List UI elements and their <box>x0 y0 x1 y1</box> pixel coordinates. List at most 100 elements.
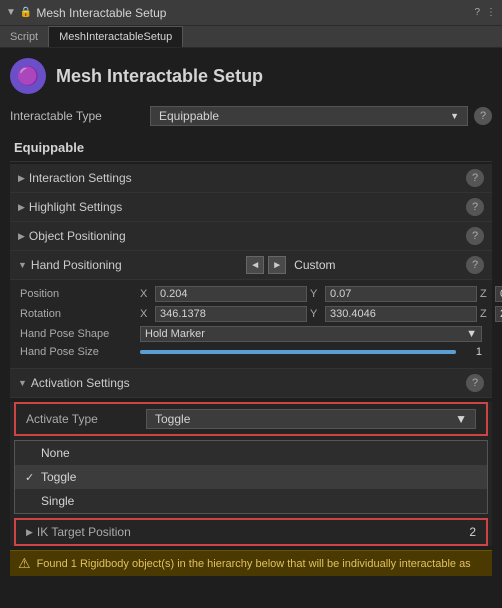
highlight-settings-label: ▶ Highlight Settings <box>18 200 122 214</box>
dropdown-arrow-icon: ▼ <box>450 111 459 121</box>
position-fields: X Y Z <box>140 286 502 302</box>
position-x-input[interactable] <box>155 286 307 302</box>
interactable-type-value: Equippable ▼ <box>150 106 468 126</box>
rotation-y-axis: Y <box>310 308 322 320</box>
interactable-type-help[interactable]: ? <box>474 107 492 125</box>
header-row: 🟣 Mesh Interactable Setup <box>10 58 492 94</box>
highlight-settings-text: Highlight Settings <box>29 200 122 214</box>
hand-pose-shape-fields: Hold Marker ▼ <box>140 326 482 342</box>
activate-section: Activate Type Toggle ▼ None ✓ Toggle Sin… <box>10 402 492 546</box>
hand-positioning-help[interactable]: ? <box>466 256 484 274</box>
hand-pos-prev-btn[interactable]: ◄ <box>246 256 264 274</box>
rotation-x-axis: X <box>140 308 152 320</box>
position-row: Position X Y Z <box>20 286 482 302</box>
ik-target-position-label: ▶ IK Target Position <box>26 525 166 539</box>
dropdown-option-toggle[interactable]: ✓ Toggle <box>15 465 487 489</box>
activation-settings-left: ▼ Activation Settings <box>18 376 130 390</box>
help-icon[interactable]: ? <box>474 7 480 18</box>
hand-pose-shape-value: Hold Marker <box>145 328 205 340</box>
activate-type-label: Activate Type <box>26 412 146 426</box>
title-bar-left: ▼ 🔒 Mesh Interactable Setup <box>6 6 474 20</box>
hand-pose-shape-label: Hand Pose Shape <box>20 328 140 340</box>
object-positioning-label: ▶ Object Positioning <box>18 229 126 243</box>
interaction-settings-label: ▶ Interaction Settings <box>18 171 132 185</box>
hand-pose-size-slider-fill <box>140 350 456 354</box>
component-icon: 🟣 <box>10 58 46 94</box>
interaction-settings-help[interactable]: ? <box>466 169 484 187</box>
interactable-type-dropdown[interactable]: Equippable ▼ <box>150 106 468 126</box>
dropdown-option-single[interactable]: Single <box>15 489 487 513</box>
interactable-type-selected: Equippable <box>159 109 219 123</box>
title-bar-right: ? ⋮ <box>474 7 496 18</box>
object-positioning-row[interactable]: ▶ Object Positioning ? <box>10 222 492 251</box>
position-z-input[interactable] <box>495 286 502 302</box>
rotation-x-input[interactable] <box>155 306 307 322</box>
activate-type-popup: None ✓ Toggle Single <box>14 440 488 514</box>
toggle-checkmark: ✓ <box>25 471 34 484</box>
rotation-label: Rotation <box>20 308 140 320</box>
properties-section: Position X Y Z Rotation X Y Z <box>10 280 492 369</box>
hand-pose-size-label: Hand Pose Size <box>20 346 140 358</box>
component-icon-symbol: 🟣 <box>17 66 39 87</box>
ik-label-arrow: ▶ <box>26 527 33 538</box>
activation-settings-header[interactable]: ▼ Activation Settings ? <box>10 369 492 398</box>
ik-target-value: 2 <box>166 525 476 539</box>
highlight-settings-row[interactable]: ▶ Highlight Settings ? <box>10 193 492 222</box>
more-icon[interactable]: ⋮ <box>486 7 496 18</box>
activation-settings-triangle: ▼ <box>18 378 27 388</box>
interactable-type-label: Interactable Type <box>10 109 150 123</box>
position-y-input[interactable] <box>325 286 477 302</box>
interaction-settings-row[interactable]: ▶ Interaction Settings ? <box>10 164 492 193</box>
activate-type-selected: Toggle <box>155 412 190 426</box>
activate-type-dropdown[interactable]: Toggle ▼ <box>146 409 476 429</box>
tab-script[interactable]: Script <box>0 26 48 47</box>
rotation-z-input[interactable] <box>495 306 502 322</box>
hand-pose-size-row: Hand Pose Size 1 <box>20 346 482 358</box>
activation-settings-text: Activation Settings <box>31 376 130 390</box>
hand-pos-mode: Custom <box>294 258 335 272</box>
hand-positioning-left: ▼ Hand Positioning <box>18 258 122 272</box>
lock-icon[interactable]: 🔒 <box>20 7 32 18</box>
position-label: Position <box>20 288 140 300</box>
divider-1 <box>10 161 492 162</box>
activate-type-row: Activate Type Toggle ▼ <box>14 402 488 436</box>
rotation-fields: X Y Z <box>140 306 502 322</box>
hand-positioning-header[interactable]: ▼ Hand Positioning ◄ ► Custom ? <box>10 251 492 280</box>
ik-label-text: IK Target Position <box>37 525 131 539</box>
dropdown-option-none[interactable]: None <box>15 441 487 465</box>
tab-mesh-setup[interactable]: MeshInteractableSetup <box>48 26 183 47</box>
hand-pose-size-slider-track[interactable] <box>140 350 456 354</box>
warning-bar: ⚠ Found 1 Rigidbody object(s) in the hie… <box>10 550 492 576</box>
interaction-settings-text: Interaction Settings <box>29 171 132 185</box>
object-positioning-text: Object Positioning <box>29 229 126 243</box>
activation-settings-help[interactable]: ? <box>466 374 484 392</box>
interaction-settings-triangle: ▶ <box>18 173 25 184</box>
highlight-settings-triangle: ▶ <box>18 202 25 213</box>
ik-target-position-row: ▶ IK Target Position 2 <box>14 518 488 546</box>
rotation-y-input[interactable] <box>325 306 477 322</box>
highlight-settings-help[interactable]: ? <box>466 198 484 216</box>
hand-pose-shape-arrow: ▼ <box>466 328 477 340</box>
equippable-label: Equippable <box>10 134 492 159</box>
object-positioning-help[interactable]: ? <box>466 227 484 245</box>
dropdown-option-none-label: None <box>41 446 70 460</box>
warning-text: Found 1 Rigidbody object(s) in the hiera… <box>37 558 471 570</box>
interactable-type-row: Interactable Type Equippable ▼ ? <box>10 106 492 126</box>
rotation-z-axis: Z <box>480 308 492 320</box>
warning-icon: ⚠ <box>18 555 31 572</box>
main-content: 🟣 Mesh Interactable Setup Interactable T… <box>0 48 502 608</box>
dropdown-option-single-label: Single <box>41 494 74 508</box>
hand-positioning-triangle: ▼ <box>18 260 27 270</box>
rotation-row: Rotation X Y Z <box>20 306 482 322</box>
hand-pose-shape-dropdown[interactable]: Hold Marker ▼ <box>140 326 482 342</box>
dropdown-option-toggle-label: Toggle <box>41 470 76 484</box>
position-z-axis: Z <box>480 288 492 300</box>
collapse-icon[interactable]: ▼ <box>6 7 16 18</box>
position-x-axis: X <box>140 288 152 300</box>
hand-pose-size-value: 1 <box>462 346 482 358</box>
hand-pose-shape-row: Hand Pose Shape Hold Marker ▼ <box>20 326 482 342</box>
hand-pos-next-btn[interactable]: ► <box>268 256 286 274</box>
activate-type-arrow: ▼ <box>455 412 467 426</box>
hand-positioning-controls: ◄ ► Custom <box>246 256 335 274</box>
window-title: Mesh Interactable Setup <box>36 6 166 20</box>
